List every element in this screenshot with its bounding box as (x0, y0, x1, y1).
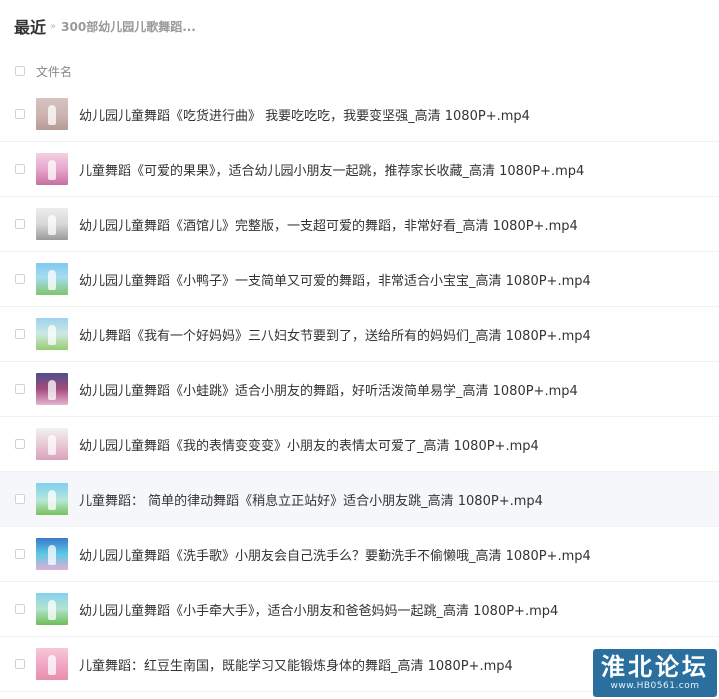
breadcrumb-separator-icon: » (50, 20, 57, 32)
breadcrumb: 最近 » 300部幼儿园儿歌舞蹈... (14, 14, 196, 38)
video-thumbnail-icon (36, 648, 68, 680)
select-all-checkbox[interactable] (15, 66, 25, 76)
file-row[interactable]: 幼儿园儿童舞蹈《小鸭子》一支简单又可爱的舞蹈，非常适合小宝宝_高清 1080P+… (0, 252, 719, 307)
file-name[interactable]: 幼儿园儿童舞蹈《洗手歌》小朋友会自己洗手么？要勤洗手不偷懒哦_高清 1080P+… (79, 545, 591, 564)
video-thumbnail-icon (36, 428, 68, 460)
video-thumbnail-icon (36, 483, 68, 515)
file-checkbox[interactable] (15, 274, 25, 284)
file-checkbox[interactable] (15, 329, 25, 339)
video-thumbnail-icon (36, 208, 68, 240)
video-thumbnail-icon (36, 318, 68, 350)
forum-watermark-logo: 淮北论坛 www.HB0561.com (593, 649, 717, 697)
file-checkbox[interactable] (15, 604, 25, 614)
video-thumbnail-icon (36, 153, 68, 185)
video-thumbnail-icon (36, 263, 68, 295)
file-row[interactable]: 幼儿园儿童舞蹈《小蛙跳》适合小朋友的舞蹈，好听活泼简单易学_高清 1080P+.… (0, 362, 719, 417)
file-checkbox[interactable] (15, 439, 25, 449)
file-checkbox[interactable] (15, 219, 25, 229)
file-row[interactable]: 幼儿园儿童舞蹈《酒馆儿》完整版，一支超可爱的舞蹈，非常好看_高清 1080P+.… (0, 197, 719, 252)
file-checkbox[interactable] (15, 164, 25, 174)
file-name[interactable]: 幼儿园儿童舞蹈《小鸭子》一支简单又可爱的舞蹈，非常适合小宝宝_高清 1080P+… (79, 270, 591, 289)
file-list-header: 文件名 (0, 56, 719, 86)
breadcrumb-home[interactable]: 最近 (14, 14, 46, 38)
column-header-filename[interactable]: 文件名 (36, 63, 72, 80)
video-thumbnail-icon (36, 593, 68, 625)
file-name[interactable]: 幼儿园儿童舞蹈《小手牵大手》，适合小朋友和爸爸妈妈一起跳_高清 1080P+.m… (79, 600, 558, 619)
file-checkbox[interactable] (15, 384, 25, 394)
file-name[interactable]: 儿童舞蹈《可爱的果果》，适合幼儿园小朋友一起跳，推荐家长收藏_高清 1080P+… (79, 160, 584, 179)
file-row[interactable]: 幼儿园儿童舞蹈《我的表情变变变》小朋友的表情太可爱了_高清 1080P+.mp4 (0, 417, 719, 472)
file-name[interactable]: 幼儿园儿童舞蹈《酒馆儿》完整版，一支超可爱的舞蹈，非常好看_高清 1080P+.… (79, 215, 578, 234)
file-checkbox[interactable] (15, 109, 25, 119)
watermark-title: 淮北论坛 (601, 653, 709, 681)
file-row[interactable]: 幼儿园儿童舞蹈《吃货进行曲》 我要吃吃吃，我要变坚强_高清 1080P+.mp4 (0, 87, 719, 142)
file-name[interactable]: 幼儿园儿童舞蹈《吃货进行曲》 我要吃吃吃，我要变坚强_高清 1080P+.mp4 (79, 105, 530, 124)
file-list: 幼儿园儿童舞蹈《吃货进行曲》 我要吃吃吃，我要变坚强_高清 1080P+.mp4… (0, 87, 719, 692)
file-name[interactable]: 儿童舞蹈： 简单的律动舞蹈《稍息立正站好》适合小朋友跳_高清 1080P+.mp… (79, 490, 543, 509)
file-row[interactable]: 儿童舞蹈《可爱的果果》，适合幼儿园小朋友一起跳，推荐家长收藏_高清 1080P+… (0, 142, 719, 197)
watermark-url: www.HB0561.com (610, 681, 700, 691)
file-name[interactable]: 幼儿园儿童舞蹈《我的表情变变变》小朋友的表情太可爱了_高清 1080P+.mp4 (79, 435, 539, 454)
file-name[interactable]: 幼儿舞蹈《我有一个好妈妈》三八妇女节要到了，送给所有的妈妈们_高清 1080P+… (79, 325, 591, 344)
video-thumbnail-icon (36, 538, 68, 570)
video-thumbnail-icon (36, 373, 68, 405)
file-checkbox[interactable] (15, 549, 25, 559)
file-name[interactable]: 幼儿园儿童舞蹈《小蛙跳》适合小朋友的舞蹈，好听活泼简单易学_高清 1080P+.… (79, 380, 578, 399)
file-row[interactable]: 幼儿园儿童舞蹈《洗手歌》小朋友会自己洗手么？要勤洗手不偷懒哦_高清 1080P+… (0, 527, 719, 582)
file-row[interactable]: 幼儿舞蹈《我有一个好妈妈》三八妇女节要到了，送给所有的妈妈们_高清 1080P+… (0, 307, 719, 362)
file-checkbox[interactable] (15, 494, 25, 504)
video-thumbnail-icon (36, 98, 68, 130)
file-checkbox[interactable] (15, 659, 25, 669)
breadcrumb-current-folder: 300部幼儿园儿歌舞蹈... (61, 19, 196, 34)
file-row[interactable]: 儿童舞蹈： 简单的律动舞蹈《稍息立正站好》适合小朋友跳_高清 1080P+.mp… (0, 472, 719, 527)
file-name[interactable]: 儿童舞蹈：红豆生南国，既能学习又能锻炼身体的舞蹈_高清 1080P+.mp4 (79, 655, 513, 674)
file-row[interactable]: 幼儿园儿童舞蹈《小手牵大手》，适合小朋友和爸爸妈妈一起跳_高清 1080P+.m… (0, 582, 719, 637)
